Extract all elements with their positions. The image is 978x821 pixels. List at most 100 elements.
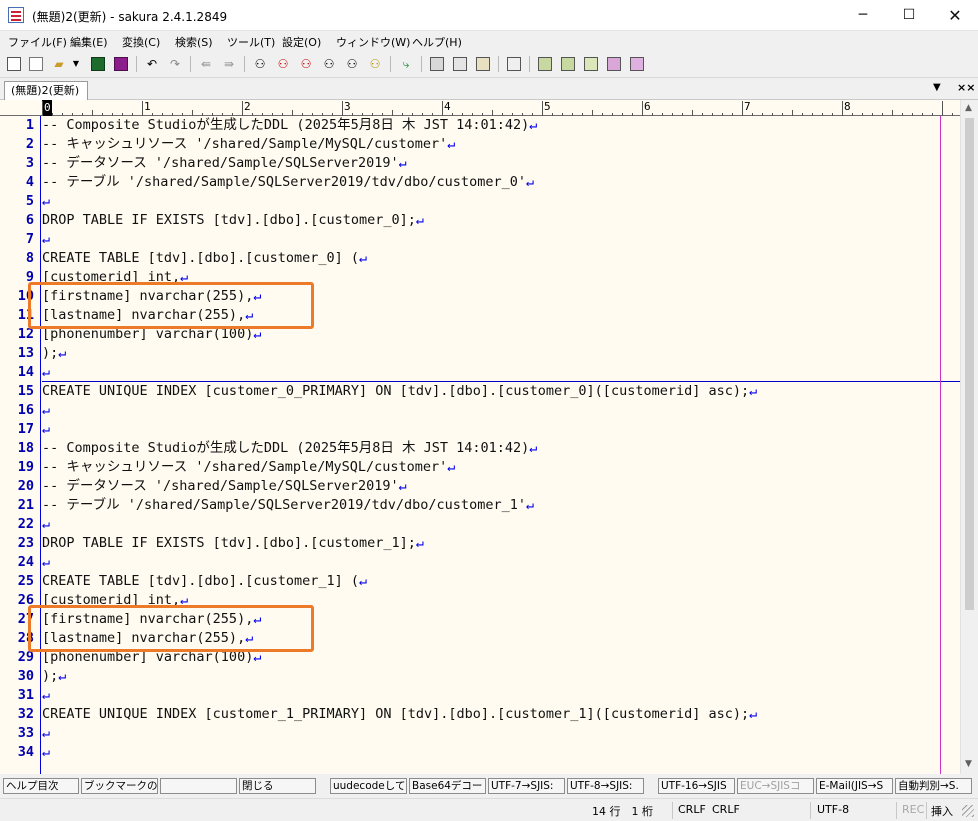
code-line[interactable]: -- テーブル '/shared/Sample/SQLServer2019/td… xyxy=(42,173,534,192)
code-line[interactable]: ↵ xyxy=(42,686,50,705)
line-number[interactable]: 1 xyxy=(0,116,34,135)
code-line[interactable]: ↵ xyxy=(42,401,50,420)
maximize-button[interactable]: ☐ xyxy=(886,0,932,31)
window-close-icon[interactable] xyxy=(628,55,646,73)
search-marker-icon[interactable]: ⚇ xyxy=(343,55,361,73)
print-setup-icon[interactable] xyxy=(474,55,492,73)
code-line[interactable]: );↵ xyxy=(42,667,66,686)
function-key-7[interactable]: UTF-7→SJIS: xyxy=(488,778,565,794)
redo-icon[interactable]: ↷ xyxy=(166,55,184,73)
window-cascade-icon[interactable] xyxy=(582,55,600,73)
tab-close-icon[interactable]: ×× xyxy=(957,81,975,94)
eol-type[interactable]: CRLF xyxy=(678,803,706,816)
code-line[interactable]: ↵ xyxy=(42,743,50,762)
function-key-9[interactable]: UTF-16→SJIS xyxy=(658,778,735,794)
print-icon[interactable] xyxy=(428,55,446,73)
code-line[interactable]: ↵ xyxy=(42,724,50,743)
line-number[interactable]: 15 xyxy=(0,382,34,401)
search-icon[interactable]: ⚇ xyxy=(251,55,269,73)
code-line[interactable]: -- キャッシュリソース '/shared/Sample/MySQL/custo… xyxy=(42,135,455,154)
code-line[interactable]: );↵ xyxy=(42,344,66,363)
menu-search[interactable]: 検索(S) xyxy=(175,34,213,50)
line-number[interactable]: 18 xyxy=(0,439,34,458)
line-number[interactable]: 32 xyxy=(0,705,34,724)
open-file-icon[interactable]: ▰ xyxy=(50,55,68,73)
menu-convert[interactable]: 変換(C) xyxy=(122,34,160,50)
code-text-area[interactable]: -- Composite Studioが生成したDDL (2025年5月8日 木… xyxy=(28,116,960,774)
code-line[interactable]: ↵ xyxy=(42,230,50,249)
type-settings-icon[interactable] xyxy=(559,55,577,73)
line-number[interactable]: 3 xyxy=(0,154,34,173)
new-file-icon[interactable] xyxy=(27,55,45,73)
menu-edit[interactable]: 編集(E) xyxy=(70,34,108,50)
line-number[interactable]: 25 xyxy=(0,572,34,591)
line-number[interactable]: 6 xyxy=(0,211,34,230)
code-line[interactable]: DROP TABLE IF EXISTS [tdv].[dbo].[custom… xyxy=(42,534,424,553)
menu-file[interactable]: ファイル(F) xyxy=(8,34,67,50)
code-line[interactable]: -- テーブル '/shared/Sample/SQLServer2019/td… xyxy=(42,496,534,515)
menu-tools[interactable]: ツール(T) xyxy=(227,34,275,50)
line-number[interactable]: 19 xyxy=(0,458,34,477)
save-all-icon[interactable] xyxy=(112,55,130,73)
line-number[interactable]: 34 xyxy=(0,743,34,762)
line-number[interactable]: 22 xyxy=(0,515,34,534)
search-next-icon[interactable]: ⚇ xyxy=(297,55,315,73)
outline-icon[interactable]: ⤷ xyxy=(397,55,415,73)
resize-grip[interactable] xyxy=(962,805,974,817)
line-number[interactable]: 2 xyxy=(0,135,34,154)
line-number[interactable]: 30 xyxy=(0,667,34,686)
eol-type-input[interactable]: CRLF xyxy=(712,803,740,816)
code-line[interactable]: ↵ xyxy=(42,420,50,439)
code-line[interactable]: CREATE TABLE [tdv].[dbo].[customer_1] (↵ xyxy=(42,572,367,591)
menu-help[interactable]: ヘルプ(H) xyxy=(412,34,462,50)
line-number[interactable]: 31 xyxy=(0,686,34,705)
code-line[interactable]: ↵ xyxy=(42,515,50,534)
line-number[interactable]: 8 xyxy=(0,249,34,268)
tab-list-dropdown-icon[interactable]: ▼ xyxy=(933,82,941,93)
code-line[interactable]: -- データソース '/shared/Sample/SQLServer2019'… xyxy=(42,477,407,496)
replace-icon[interactable]: ⚇ xyxy=(320,55,338,73)
close-button[interactable]: ✕ xyxy=(932,0,978,31)
scroll-up-icon[interactable]: ▲ xyxy=(965,103,972,113)
line-number[interactable]: 4 xyxy=(0,173,34,192)
code-line[interactable]: CREATE UNIQUE INDEX [customer_1_PRIMARY]… xyxy=(42,705,757,724)
minimize-button[interactable]: ─ xyxy=(840,0,886,31)
line-number[interactable]: 24 xyxy=(0,553,34,572)
jump-forward-icon[interactable]: ⇛ xyxy=(220,55,238,73)
encoding[interactable]: UTF-8 xyxy=(817,803,849,816)
function-key-1[interactable]: ヘルプ目次 xyxy=(3,778,79,794)
document-tab[interactable]: (無題)2(更新) xyxy=(4,81,88,100)
window-tile-icon[interactable] xyxy=(605,55,623,73)
new-window-icon[interactable] xyxy=(5,55,23,73)
code-line[interactable]: -- Composite Studioが生成したDDL (2025年5月8日 木… xyxy=(42,116,537,135)
vertical-scrollbar[interactable]: ▲ ▼ xyxy=(960,100,978,774)
line-number[interactable]: 5 xyxy=(0,192,34,211)
code-line[interactable]: DROP TABLE IF EXISTS [tdv].[dbo].[custom… xyxy=(42,211,424,230)
line-number[interactable]: 20 xyxy=(0,477,34,496)
function-key-2[interactable]: ブックマークの xyxy=(81,778,158,794)
undo-icon[interactable]: ↶ xyxy=(143,55,161,73)
function-key-3[interactable] xyxy=(160,778,237,794)
jump-back-icon[interactable]: ⇚ xyxy=(197,55,215,73)
function-key-11[interactable]: E-Mail(JIS→S xyxy=(816,778,893,794)
print-preview-icon[interactable] xyxy=(451,55,469,73)
save-icon[interactable] xyxy=(89,55,107,73)
scroll-thumb[interactable] xyxy=(965,118,974,610)
font-icon[interactable] xyxy=(505,55,523,73)
code-line[interactable]: CREATE UNIQUE INDEX [customer_0_PRIMARY]… xyxy=(42,382,757,401)
editor-area[interactable]: 0 12345678 1 2 3 4 5 6 7 8 9 10 11 12 13 14 15 16 17 18 19… xyxy=(0,100,960,774)
function-key-4[interactable]: 閉じる xyxy=(239,778,316,794)
common-settings-icon[interactable] xyxy=(536,55,554,73)
code-line[interactable]: ↵ xyxy=(42,553,50,572)
menu-window[interactable]: ウィンドウ(W) xyxy=(336,34,410,50)
function-key-5[interactable]: uudecodeして( xyxy=(330,778,407,794)
line-number[interactable]: 7 xyxy=(0,230,34,249)
line-number[interactable]: 17 xyxy=(0,420,34,439)
line-number[interactable]: 14 xyxy=(0,363,34,382)
function-key-8[interactable]: UTF-8→SJIS: xyxy=(567,778,644,794)
function-key-6[interactable]: Base64デコー xyxy=(409,778,486,794)
scroll-down-icon[interactable]: ▼ xyxy=(965,759,972,769)
dropdown-arrow-icon[interactable]: ▼ xyxy=(70,55,82,73)
grep-icon[interactable]: ⚇ xyxy=(366,55,384,73)
code-line[interactable]: -- データソース '/shared/Sample/SQLServer2019'… xyxy=(42,154,407,173)
